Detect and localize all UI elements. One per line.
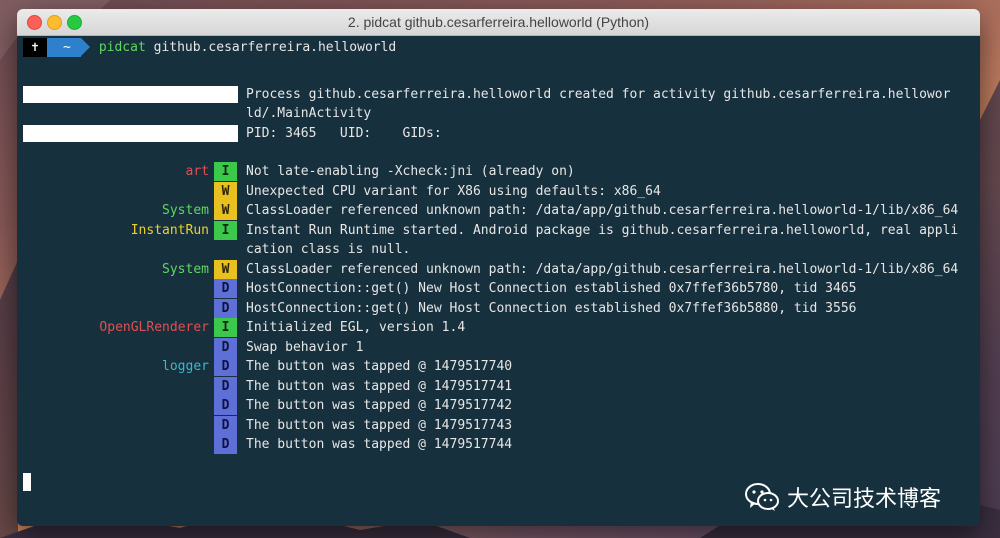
- log-row: art I Not late-enabling -Xcheck:jni (alrea…: [17, 162, 980, 181]
- log-level-badge: D: [214, 337, 237, 357]
- log-message: Not late-enabling -Xcheck:jni (already o…: [246, 164, 575, 179]
- log-level-badge: D: [214, 376, 237, 396]
- terminal-window: 2. pidcat github.cesarferreira.helloworl…: [17, 9, 980, 526]
- log-level-badge: D: [214, 298, 237, 318]
- terminal-cursor: [23, 473, 31, 491]
- log-row: cation class is null.: [17, 240, 980, 259]
- log-message: The button was tapped @ 1479517741: [246, 378, 513, 394]
- log-level-badge: D: [214, 396, 237, 415]
- pid-line: PID: 3465 UID: GIDs:: [246, 126, 442, 141]
- shell-prompt: ✝ ~ pidcat github.cesarferreira.hellowor…: [23, 38, 396, 57]
- log-message: The button was tapped @ 1479517744: [246, 437, 513, 452]
- pid-header-bar: [23, 125, 238, 142]
- log-tag-text: InstantRun: [130, 222, 209, 238]
- log-level-badge: D: [214, 415, 237, 435]
- log-row: D The button was tapped @ 1479517742: [17, 396, 980, 415]
- log-level-badge: D: [214, 435, 237, 454]
- log-level-badge: I: [214, 318, 237, 337]
- log-level-badge: W: [214, 181, 237, 201]
- log-row: D Swap behavior 1: [17, 337, 980, 357]
- log-row: InstantRun I Instant Run Runtime started. …: [17, 220, 980, 240]
- log-tag: art: [17, 162, 209, 181]
- watermark: 大公司技术博客: [745, 479, 941, 515]
- log-message: cation class is null.: [246, 242, 411, 257]
- log-message: HostConnection::get() New Host Connectio…: [246, 300, 857, 316]
- log-level-badge: D: [214, 357, 237, 376]
- process-created-line-cont: ld/.MainActivity: [246, 106, 372, 121]
- log-row: D The button was tapped @ 1479517741: [17, 376, 980, 396]
- log-row: D The button was tapped @ 1479517743: [17, 415, 980, 435]
- log-message: Swap behavior 1: [246, 339, 364, 355]
- log-tag-text: System: [162, 203, 209, 218]
- log-message: HostConnection::get() New Host Connectio…: [246, 281, 857, 296]
- log-level-badge: D: [214, 279, 237, 298]
- window-title: 2. pidcat github.cesarferreira.helloworl…: [347, 14, 650, 30]
- log-row: D HostConnection::get() New Host Connecti…: [17, 279, 980, 298]
- log-row: System W ClassLoader referenced unknown pa…: [17, 201, 980, 220]
- log-message: The button was tapped @ 1479517742: [246, 398, 513, 413]
- watermark-text: 大公司技术博客: [787, 487, 942, 512]
- log-message: ClassLoader referenced unknown path: /da…: [246, 203, 959, 218]
- log-tag: System: [17, 201, 209, 220]
- prompt-segment-directory: ~: [47, 38, 90, 57]
- log-message: Unexpected CPU variant for X86 using def…: [246, 183, 661, 199]
- log-message: Instant Run Runtime started. Android pac…: [246, 222, 959, 238]
- prompt-command: pidcat github.cesarferreira.helloworld: [99, 40, 396, 55]
- log-level-badge: W: [214, 259, 237, 279]
- log-row: D HostConnection::get() New Host Connecti…: [17, 298, 980, 318]
- log-tag: logger: [17, 357, 209, 376]
- log-tag-text: System: [162, 261, 209, 277]
- log-message: Initialized EGL, version 1.4: [246, 320, 466, 335]
- prompt-segment-symbol: ✝: [23, 38, 56, 57]
- log-tag: InstantRun: [17, 221, 209, 240]
- log-message: The button was tapped @ 1479517743: [246, 417, 513, 433]
- log-tag-text: logger: [162, 359, 209, 374]
- log-level-badge: W: [214, 201, 237, 220]
- command-name: pidcat: [98, 40, 146, 55]
- command-args: github.cesarferreira.helloworld: [145, 40, 397, 55]
- terminal-content[interactable]: ✝ ~ pidcat github.cesarferreira.hellowor…: [17, 36, 980, 526]
- process-created-line: Process github.cesarferreira.helloworld …: [246, 87, 951, 102]
- log-tag: OpenGLRenderer: [17, 318, 209, 337]
- log-row: OpenGLRenderer I Initialized EGL, version …: [17, 318, 980, 337]
- log-tag-text: OpenGLRenderer: [99, 320, 209, 335]
- log-message: The button was tapped @ 1479517740: [246, 359, 513, 374]
- log-tag-text: art: [185, 164, 209, 179]
- process-header-bar: [23, 86, 238, 103]
- log-row: W Unexpected CPU variant for X86 using de…: [17, 181, 980, 201]
- log-row: D The button was tapped @ 1479517744: [17, 435, 980, 454]
- log-row: System W ClassLoader referenced unknown pa…: [17, 259, 980, 279]
- log-message: ClassLoader referenced unknown path: /da…: [246, 261, 959, 277]
- wechat-icon: [745, 483, 779, 511]
- log-level-badge: I: [214, 162, 237, 181]
- title-bar[interactable]: 2. pidcat github.cesarferreira.helloworl…: [17, 9, 980, 36]
- log-row: logger D The button was tapped @ 147951774…: [17, 357, 980, 376]
- log-level-badge: I: [214, 220, 237, 240]
- log-tag: System: [17, 260, 209, 279]
